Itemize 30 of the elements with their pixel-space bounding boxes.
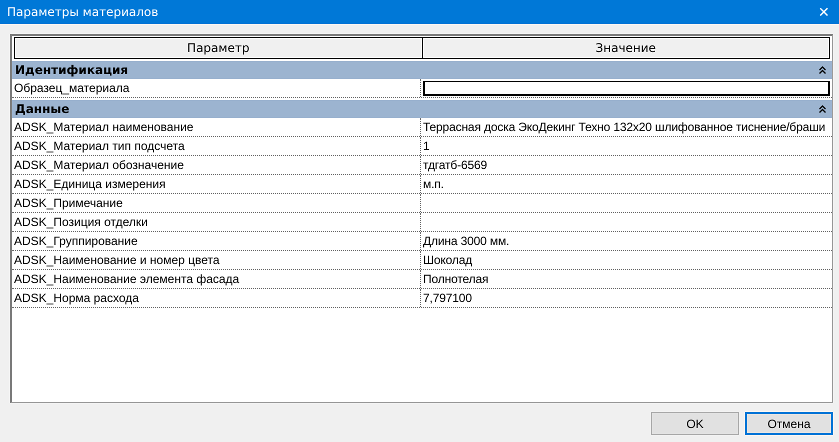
- close-button[interactable]: ✕: [809, 0, 839, 24]
- value-field[interactable]: [423, 80, 830, 96]
- parameter-name: ADSK_Наименование и номер цвета: [12, 251, 421, 269]
- parameter-value: Шоколад: [422, 252, 474, 269]
- ok-button[interactable]: OK: [651, 412, 739, 435]
- parameter-value: 1: [422, 138, 431, 155]
- parameter-value: м.п.: [422, 176, 445, 193]
- parameter-value: тдгатб-6569: [422, 157, 488, 174]
- parameter-value: 7,797100: [422, 290, 473, 307]
- group-header[interactable]: Данные: [12, 100, 832, 118]
- group-header[interactable]: Идентификация: [12, 61, 832, 79]
- column-header[interactable]: Значение: [422, 37, 830, 58]
- parameter-name: ADSK_Материал обозначение: [12, 156, 421, 174]
- parameter-name: ADSK_Позиция отделки: [12, 213, 421, 231]
- parameter-value: Террасная доска ЭкоДекинг Техно 132х20 шлифованное тиснение/браши: [422, 119, 826, 136]
- parameter-name: ADSK_Примечание: [12, 194, 421, 212]
- parameter-value: Длина 3000 мм.: [422, 233, 510, 250]
- parameter-name: ADSK_Норма расхода: [12, 289, 421, 307]
- collapse-chevron-icon[interactable]: [819, 66, 826, 74]
- parameter-name: Образец_материала: [12, 79, 421, 97]
- cancel-button[interactable]: Отмена: [745, 412, 833, 435]
- parameter-name: ADSK_Группирование: [12, 232, 421, 250]
- parameter-name: ADSK_Материал наименование: [12, 118, 421, 136]
- parameter-name: ADSK_Наименование элемента фасада: [12, 270, 421, 288]
- parameter-name: ADSK_Материал тип подсчета: [12, 137, 421, 155]
- parameter-name: ADSK_Единица измерения: [12, 175, 421, 193]
- collapse-chevron-icon[interactable]: [819, 105, 826, 113]
- parameter-value: Полнотелая: [422, 271, 490, 288]
- column-header[interactable]: Параметр: [14, 37, 422, 58]
- window-title: Параметры материалов: [6, 5, 158, 19]
